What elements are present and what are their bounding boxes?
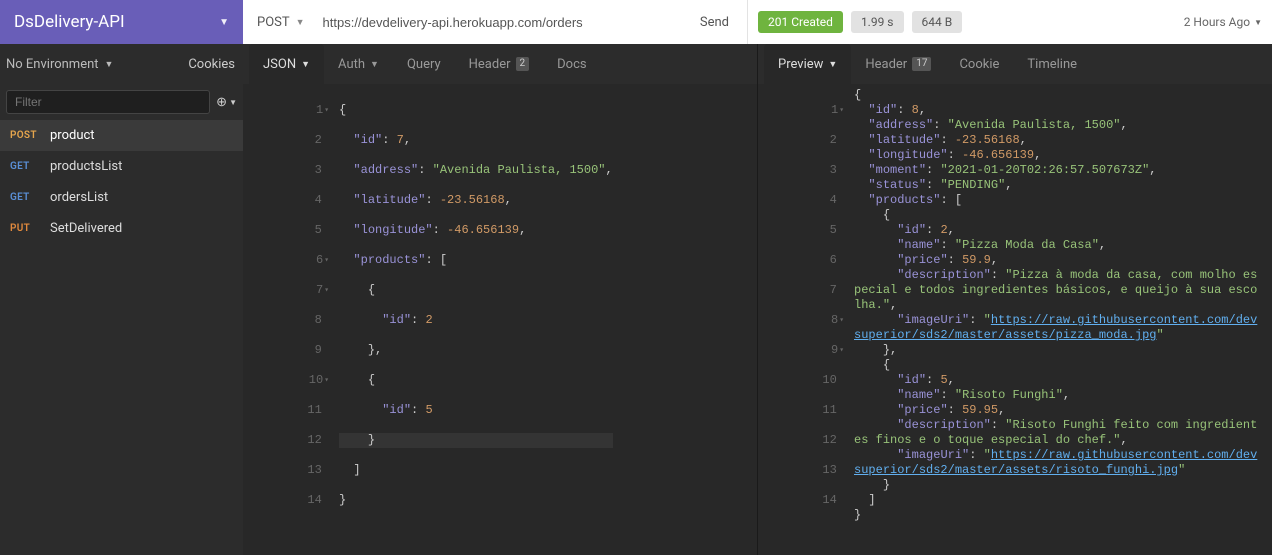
tab-docs[interactable]: Docs (543, 44, 600, 84)
request-url-bar: POST ▼ Send (243, 0, 748, 44)
method-badge: GET (10, 161, 40, 172)
tab-header[interactable]: Header 2 (455, 44, 544, 84)
request-pane: JSON ▼ Auth ▼ Query Header 2 (243, 44, 757, 555)
response-body-viewer[interactable]: 1▾ 2 3 4 5 6 7 8▾ 9▾ 10 11 12 13 14 15 1… (758, 84, 1272, 555)
request-item[interactable]: GET ordersList (0, 182, 243, 213)
chevron-down-icon: ▼ (296, 17, 305, 28)
method-badge: POST (10, 130, 40, 141)
request-item[interactable]: PUT SetDelivered (0, 213, 243, 244)
request-name: ordersList (50, 190, 108, 205)
chevron-down-icon: ▼ (301, 59, 310, 70)
status-badge[interactable]: 201 Created (758, 11, 843, 33)
request-name: product (50, 128, 95, 143)
response-tabs: Preview ▼ Header 17 Cookie Timeline (758, 44, 1272, 84)
tab-timeline[interactable]: Timeline (1013, 44, 1091, 84)
size-badge[interactable]: 644 B (912, 11, 963, 33)
tab-header[interactable]: Header 17 (851, 44, 945, 84)
cookies-button[interactable]: Cookies (188, 57, 235, 72)
status-code: 201 (768, 15, 788, 29)
tab-cookie[interactable]: Cookie (945, 44, 1013, 84)
method-badge: GET (10, 192, 40, 203)
method-badge: PUT (10, 223, 40, 234)
response-status-bar: 201 Created 1.99 s 644 B 2 Hours Ago ▼ (748, 0, 1272, 44)
status-text: Created (791, 15, 833, 29)
chevron-down-icon: ▼ (229, 98, 237, 107)
app-title: DsDelivery-API (14, 12, 125, 32)
header-count-badge: 17 (912, 57, 931, 71)
chevron-down-icon: ▼ (1254, 18, 1262, 27)
send-button[interactable]: Send (682, 15, 747, 30)
tab-auth[interactable]: Auth ▼ (324, 44, 393, 84)
request-body-editor[interactable]: 1▾ 2 3 4 5 6▾ 7▾ 8 9 10▾ 11 12 13 14 { "… (243, 84, 757, 555)
method-picker[interactable]: POST ▼ (243, 0, 319, 44)
tab-query[interactable]: Query (393, 44, 455, 84)
tab-preview[interactable]: Preview ▼ (764, 44, 851, 84)
environment-label: No Environment (6, 57, 99, 72)
method-label: POST (257, 15, 290, 30)
history-dropdown[interactable]: 2 Hours Ago ▼ (1184, 15, 1262, 29)
request-tabs: JSON ▼ Auth ▼ Query Header 2 (243, 44, 757, 84)
request-name: SetDelivered (50, 221, 122, 236)
chevron-down-icon: ▼ (370, 59, 379, 70)
request-list: POST product GET productsList GET orders… (0, 120, 243, 555)
sidebar: DsDelivery-API ▼ No Environment ▼ Cookie… (0, 0, 243, 555)
environment-picker[interactable]: No Environment ▼ (6, 57, 113, 72)
chevron-down-icon: ▼ (828, 59, 837, 70)
tab-json[interactable]: JSON ▼ (249, 44, 324, 84)
url-input[interactable] (319, 0, 682, 44)
new-request-button[interactable]: ⊕ ▼ (216, 95, 237, 110)
time-ago-label: 2 Hours Ago (1184, 15, 1250, 29)
chevron-down-icon: ▼ (219, 17, 229, 28)
elapsed-badge[interactable]: 1.99 s (851, 11, 904, 33)
plus-icon: ⊕ (216, 95, 227, 110)
header-count-badge: 2 (516, 57, 530, 71)
app-title-bar[interactable]: DsDelivery-API ▼ (0, 0, 243, 44)
chevron-down-icon: ▼ (105, 59, 114, 70)
request-name: productsList (50, 159, 122, 174)
filter-input[interactable] (6, 90, 210, 114)
response-pane: Preview ▼ Header 17 Cookie Timeline (757, 44, 1272, 555)
request-item[interactable]: GET productsList (0, 151, 243, 182)
request-item[interactable]: POST product (0, 120, 243, 151)
